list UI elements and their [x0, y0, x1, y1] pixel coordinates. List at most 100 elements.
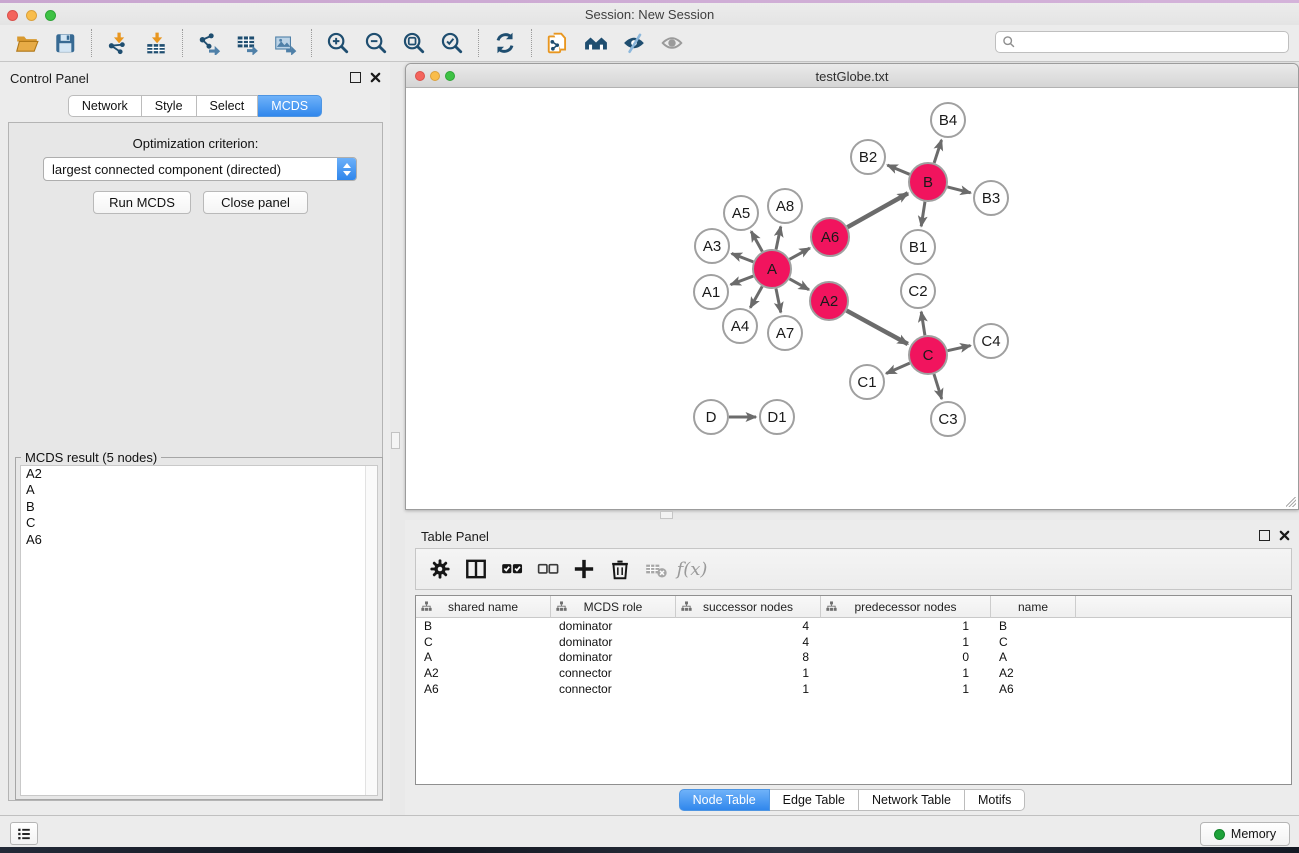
graph-node-A8[interactable]: A8 — [768, 189, 802, 223]
tab-mcds[interactable]: MCDS — [258, 95, 322, 117]
select-all-rows-button[interactable] — [496, 553, 528, 585]
tab-node-table[interactable]: Node Table — [679, 789, 770, 811]
graph-node-C4[interactable]: C4 — [974, 324, 1008, 358]
graph-edge-C-C3[interactable] — [934, 374, 942, 399]
create-column-button[interactable] — [568, 553, 600, 585]
window-resize-grip-icon[interactable] — [1286, 497, 1296, 507]
search-field[interactable] — [995, 31, 1289, 53]
graph-edge-C-C1[interactable] — [886, 363, 910, 373]
search-input[interactable] — [1016, 33, 1288, 51]
graph-edge-C-C4[interactable] — [948, 346, 971, 351]
close-panel-button[interactable]: Close panel — [203, 191, 308, 214]
graph-edge-B-B4[interactable] — [934, 140, 941, 163]
hide-graphics-details-button[interactable] — [615, 27, 653, 59]
network-canvas[interactable]: B4B2BB3A8A5A6A3B1AA1C2A2A4A7C4CC1C3DD1 — [406, 88, 1298, 509]
criterion-dropdown[interactable]: largest connected component (directed) — [43, 157, 357, 181]
memory-button[interactable]: Memory — [1200, 822, 1290, 846]
graph-edge-B-B3[interactable] — [947, 187, 970, 193]
tab-style[interactable]: Style — [142, 95, 197, 117]
split-panel-button[interactable] — [460, 553, 492, 585]
graph-edge-A-A7[interactable] — [776, 289, 781, 313]
graph-node-B[interactable]: B — [909, 163, 947, 201]
graph-edge-A-A2[interactable] — [789, 279, 809, 290]
graph-node-A7[interactable]: A7 — [768, 316, 802, 350]
table-row[interactable]: Cdominator41C — [416, 634, 1291, 650]
graph-node-D[interactable]: D — [694, 400, 728, 434]
graph-edge-A-A3[interactable] — [732, 254, 754, 262]
table-row[interactable]: A2connector11A2 — [416, 665, 1291, 681]
new-network-from-selection-button[interactable] — [539, 27, 577, 59]
first-neighbors-button[interactable] — [577, 27, 615, 59]
tab-edge-table[interactable]: Edge Table — [770, 789, 859, 811]
mcds-result-item[interactable]: A — [21, 482, 377, 498]
unselect-all-rows-button[interactable] — [532, 553, 564, 585]
graph-node-A2[interactable]: A2 — [810, 282, 848, 320]
horizontal-splitter-grip[interactable] — [660, 511, 673, 519]
result-list-scrollbar[interactable] — [365, 466, 377, 795]
import-table-button[interactable] — [137, 27, 175, 59]
tab-network[interactable]: Network — [68, 95, 142, 117]
graph-node-A[interactable]: A — [753, 250, 791, 288]
graph-edge-A6-B[interactable] — [847, 193, 908, 227]
graph-node-B2[interactable]: B2 — [851, 140, 885, 174]
zoom-fit-button[interactable] — [395, 27, 433, 59]
refresh-view-button[interactable] — [486, 27, 524, 59]
close-table-panel-icon[interactable] — [1278, 529, 1291, 542]
export-network-button[interactable] — [190, 27, 228, 59]
run-mcds-button[interactable]: Run MCDS — [93, 191, 191, 214]
zoom-out-button[interactable] — [357, 27, 395, 59]
graph-edge-A-A4[interactable] — [750, 286, 762, 307]
graph-edge-B-B2[interactable] — [887, 165, 909, 174]
column-header-MCDS-role[interactable]: MCDS role — [551, 596, 676, 618]
function-builder-button[interactable]: f(x) — [676, 553, 708, 585]
column-header-shared-name[interactable]: shared name — [416, 596, 551, 618]
graph-node-C2[interactable]: C2 — [901, 274, 935, 308]
graph-node-C3[interactable]: C3 — [931, 402, 965, 436]
float-panel-icon[interactable] — [350, 72, 361, 83]
graph-node-A5[interactable]: A5 — [724, 196, 758, 230]
import-network-button[interactable] — [99, 27, 137, 59]
tab-select[interactable]: Select — [197, 95, 259, 117]
table-row[interactable]: Adominator80A — [416, 650, 1291, 666]
mcds-result-list[interactable]: A2ABCA6 — [20, 465, 378, 796]
graph-node-A1[interactable]: A1 — [694, 275, 728, 309]
graph-node-B1[interactable]: B1 — [901, 230, 935, 264]
graph-node-A4[interactable]: A4 — [723, 309, 757, 343]
vertical-splitter[interactable] — [390, 62, 405, 815]
splitter-grip[interactable] — [391, 432, 400, 449]
task-history-button[interactable] — [10, 822, 38, 845]
close-panel-icon[interactable] — [369, 71, 382, 84]
mcds-result-item[interactable]: C — [21, 515, 377, 531]
graph-edge-A-A6[interactable] — [790, 248, 810, 259]
export-image-button[interactable] — [266, 27, 304, 59]
show-graphics-details-button[interactable] — [653, 27, 691, 59]
tab-motifs[interactable]: Motifs — [965, 789, 1025, 811]
float-table-panel-icon[interactable] — [1259, 530, 1270, 541]
graph-node-A3[interactable]: A3 — [695, 229, 729, 263]
graph-node-A6[interactable]: A6 — [811, 218, 849, 256]
graph-node-B4[interactable]: B4 — [931, 103, 965, 137]
graph-node-B3[interactable]: B3 — [974, 181, 1008, 215]
graph-edge-A2-C[interactable] — [847, 311, 908, 344]
table-settings-button[interactable] — [424, 553, 456, 585]
graph-edge-A-A1[interactable] — [731, 276, 754, 285]
tab-network-table[interactable]: Network Table — [859, 789, 965, 811]
zoom-selected-button[interactable] — [433, 27, 471, 59]
graph-edge-A-A8[interactable] — [776, 227, 781, 250]
zoom-in-button[interactable] — [319, 27, 357, 59]
mcds-result-item[interactable]: A6 — [21, 532, 377, 548]
delete-column-button[interactable] — [604, 553, 636, 585]
table-row[interactable]: Bdominator41B — [416, 618, 1291, 634]
delete-table-button[interactable] — [640, 553, 672, 585]
graph-edge-A-A5[interactable] — [751, 231, 762, 251]
graph-node-D1[interactable]: D1 — [760, 400, 794, 434]
table-row[interactable]: A6connector11A6 — [416, 681, 1291, 697]
column-header-name[interactable]: name — [991, 596, 1076, 618]
save-session-button[interactable] — [46, 27, 84, 59]
column-header-predecessor-nodes[interactable]: predecessor nodes — [821, 596, 991, 618]
column-header-successor-nodes[interactable]: successor nodes — [676, 596, 821, 618]
graph-node-C[interactable]: C — [909, 336, 947, 374]
export-table-button[interactable] — [228, 27, 266, 59]
graph-edge-C-C2[interactable] — [921, 312, 925, 335]
open-session-button[interactable] — [8, 27, 46, 59]
